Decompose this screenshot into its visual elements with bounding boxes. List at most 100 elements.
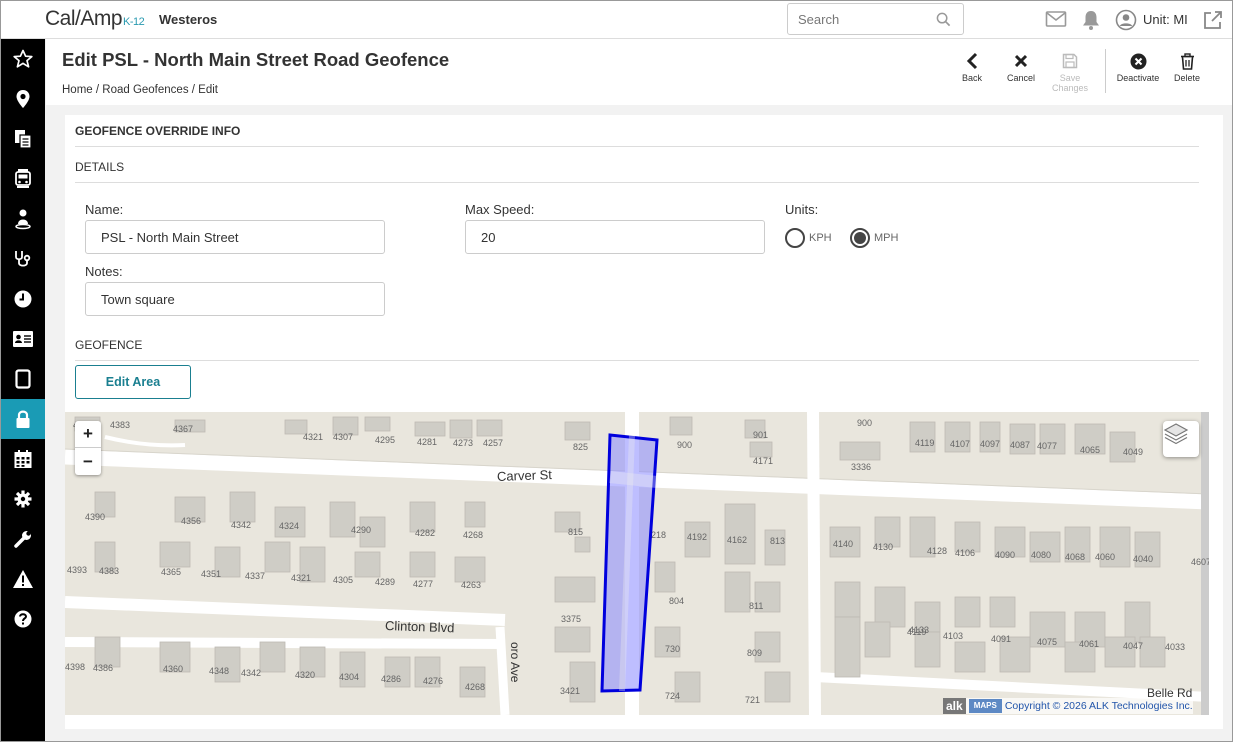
kph-label: KPH [809, 232, 832, 244]
nav-item-location[interactable] [1, 79, 45, 119]
notes-label: Notes: [85, 264, 123, 279]
house-number-label: 4320 [295, 670, 315, 680]
nav-item-favorites[interactable] [1, 39, 45, 79]
nav-item-help[interactable] [1, 599, 45, 639]
search-input[interactable] [788, 4, 928, 34]
house-number-label: 4276 [423, 676, 443, 686]
house-number-label: 4119 [915, 438, 934, 448]
save-changes-button[interactable]: Save Changes [1045, 51, 1095, 93]
nav-item-history[interactable] [1, 279, 45, 319]
section-title-geofence: GEOFENCE [75, 338, 143, 352]
nav-item-tools[interactable] [1, 519, 45, 559]
house-number-label: 4398 [65, 662, 85, 672]
app-frame: Cal/AmpK-12 Westeros Unit: MI [0, 0, 1233, 742]
house-number-label: 4130 [873, 542, 893, 552]
nav-item-security[interactable] [1, 399, 45, 439]
house-number-label: 4383 [99, 566, 119, 576]
nav-item-drivers[interactable] [1, 199, 45, 239]
edit-area-button[interactable]: Edit Area [75, 365, 191, 399]
max-speed-field[interactable] [465, 220, 765, 254]
house-number-label: 4324 [279, 521, 299, 531]
house-number-label: 4257 [483, 438, 503, 448]
house-number-label: 4393 [67, 565, 87, 575]
circle-x-icon [1130, 53, 1146, 69]
copyright-text[interactable]: Copyright © 2026 ALK Technologies Inc. [1005, 700, 1193, 712]
save-icon [1062, 53, 1078, 69]
house-number-label: 4386 [93, 663, 113, 673]
map-attribution: alk MAPS Copyright © 2026 ALK Technologi… [943, 698, 1193, 714]
section-title-details: DETAILS [75, 160, 125, 174]
toolbar-divider [1105, 49, 1106, 93]
nav-item-devices[interactable] [1, 359, 45, 399]
nav-item-calendar[interactable] [1, 439, 45, 479]
house-number-label: 3421 [560, 686, 580, 696]
app-logo[interactable]: Cal/AmpK-12 [45, 7, 145, 31]
external-link-icon[interactable] [1202, 9, 1224, 36]
house-number-label: 4281 [417, 437, 437, 447]
unit-label[interactable]: Unit: MI [1143, 12, 1188, 27]
cancel-button[interactable]: Cancel [996, 51, 1046, 83]
page-header: Edit PSL - North Main Street Road Geofen… [46, 39, 1232, 105]
house-number-label: 809 [747, 648, 762, 658]
house-number-label: 4080 [1031, 550, 1051, 560]
house-number-label: 4119 [907, 627, 926, 637]
house-number-label: 804 [669, 596, 684, 606]
map-layers-button[interactable] [1163, 421, 1199, 457]
house-number-label: 4192 [687, 532, 707, 542]
person-pin-icon [15, 209, 31, 230]
top-bar: Cal/AmpK-12 Westeros Unit: MI [1, 1, 1232, 39]
star-icon [13, 49, 33, 68]
house-number-label: 3336 [851, 462, 871, 472]
nav-item-reports[interactable] [1, 119, 45, 159]
save-label-line2: Changes [1051, 83, 1089, 93]
deactivate-label: Deactivate [1116, 73, 1160, 83]
id-card-icon [13, 331, 33, 347]
house-number-label: 4356 [181, 516, 201, 526]
geofence-map[interactable]: Carver St Clinton Blvd Belle Rd oro Ave … [65, 412, 1209, 715]
house-number-label: 4171 [753, 456, 773, 466]
save-label-line1: Save [1059, 73, 1081, 83]
map-canvas[interactable]: Carver St Clinton Blvd Belle Rd oro Ave … [65, 412, 1209, 715]
back-button[interactable]: Back [947, 51, 997, 83]
street-label-oro: oro Ave [508, 642, 522, 683]
nav-item-settings[interactable] [1, 479, 45, 519]
org-name[interactable]: Westeros [159, 12, 217, 27]
bell-icon[interactable] [1081, 9, 1101, 36]
house-number-label: 4351 [201, 569, 221, 579]
unit-radio-kph[interactable]: KPH [785, 228, 832, 248]
stethoscope-icon [15, 251, 31, 267]
delete-button[interactable]: Delete [1162, 51, 1212, 83]
unit-radio-mph[interactable]: MPH [850, 228, 898, 248]
house-number-label: 4305 [333, 575, 353, 585]
house-number-label: 4295 [375, 435, 395, 445]
zoom-in-button[interactable]: + [75, 421, 101, 448]
house-number-label: 4263 [461, 580, 481, 590]
notes-field[interactable] [85, 282, 385, 316]
warning-icon [13, 570, 33, 588]
search-icon[interactable] [936, 12, 951, 32]
gear-icon [14, 490, 32, 508]
house-number-label: 4307 [333, 432, 353, 442]
nav-item-id-card[interactable] [1, 319, 45, 359]
breadcrumb[interactable]: Home / Road Geofences / Edit [62, 84, 218, 96]
mail-icon[interactable] [1045, 9, 1067, 34]
house-number-label: 4040 [1133, 554, 1153, 564]
street-label-clinton: Clinton Blvd [385, 618, 455, 635]
geofence-form-card: GEOFENCE OVERRIDE INFO DETAILS Name: Max… [65, 115, 1223, 729]
nav-item-diagnostics[interactable] [1, 239, 45, 279]
house-number-label: 901 [753, 430, 768, 440]
house-number-label: 825 [573, 442, 588, 452]
user-avatar-icon[interactable] [1115, 9, 1137, 36]
nav-item-alerts[interactable] [1, 559, 45, 599]
house-number-label: 4091 [991, 634, 1011, 644]
deactivate-button[interactable]: Deactivate [1113, 51, 1163, 83]
name-field[interactable] [85, 220, 385, 254]
calendar-icon [14, 450, 32, 468]
house-number-label: 4348 [209, 666, 229, 676]
zoom-out-button[interactable]: − [75, 448, 101, 475]
house-number-label: 4068 [1065, 552, 1085, 562]
wrench-icon [14, 531, 31, 548]
nav-item-vehicles[interactable] [1, 159, 45, 199]
house-number-label: 4077 [1037, 441, 1057, 451]
tablet-icon [15, 369, 31, 389]
